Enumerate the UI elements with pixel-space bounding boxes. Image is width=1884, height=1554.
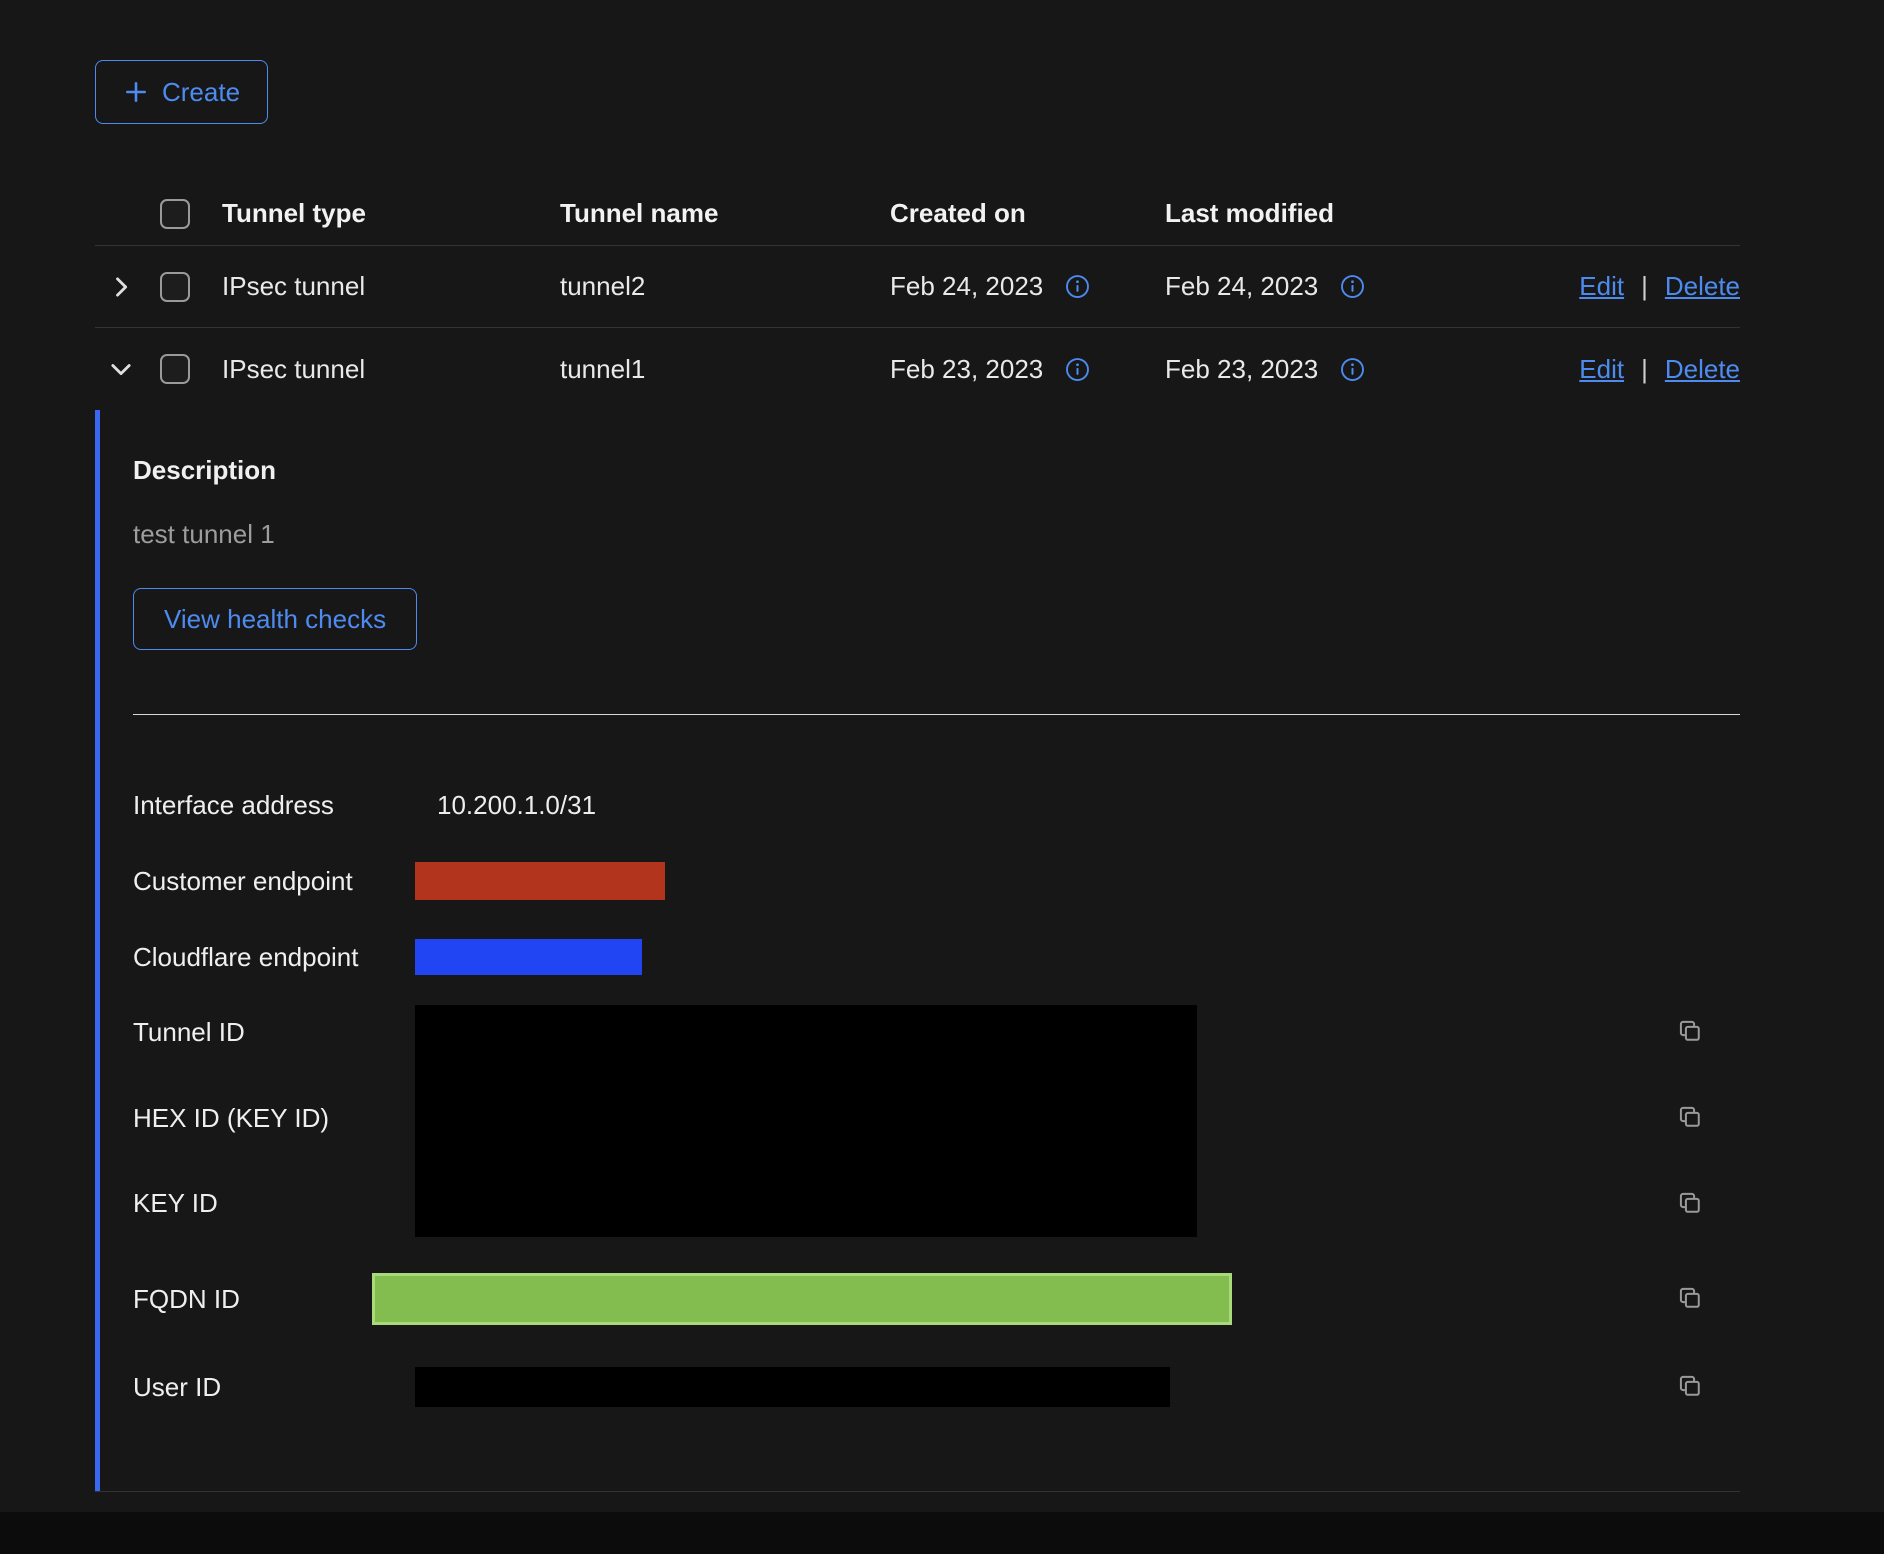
row-expander-cell <box>95 273 147 301</box>
tunnel-name-cell: tunnel2 <box>560 271 890 302</box>
created-on-cell: Feb 23, 2023 <box>890 354 1165 385</box>
column-header-tunnel-type: Tunnel type <box>222 198 560 229</box>
user-id-label: User ID <box>133 1372 415 1403</box>
actions-separator: | <box>1641 354 1648 385</box>
tunnel-detail-panel: Description test tunnel 1 View health ch… <box>95 410 1740 1492</box>
tunnel-type-cell: IPsec tunnel <box>222 271 560 302</box>
table-row: IPsec tunnel tunnel2 Feb 24, 2023 Feb 24… <box>95 246 1740 328</box>
description-heading: Description <box>133 455 1740 486</box>
actions-separator: | <box>1641 271 1648 302</box>
chevron-down-icon[interactable] <box>107 355 135 383</box>
field-row-cloudflare-endpoint: Cloudflare endpoint <box>133 919 1740 995</box>
cloudflare-endpoint-redacted-value <box>415 939 642 975</box>
tunnels-page: Create Tunnel type Tunnel name Created o… <box>0 0 1884 1554</box>
chevron-right-icon[interactable] <box>107 273 135 301</box>
column-header-tunnel-name: Tunnel name <box>560 198 890 229</box>
last-modified-cell: Feb 24, 2023 <box>1165 271 1450 302</box>
copy-icon[interactable] <box>1676 1017 1706 1047</box>
customer-endpoint-label: Customer endpoint <box>133 866 415 897</box>
last-modified-cell: Feb 23, 2023 <box>1165 354 1450 385</box>
view-health-checks-button[interactable]: View health checks <box>133 588 417 650</box>
select-all-checkbox[interactable] <box>160 199 190 229</box>
info-icon[interactable] <box>1065 357 1090 382</box>
footer-strip <box>0 1512 1884 1554</box>
table-header-row: Tunnel type Tunnel name Created on Last … <box>95 182 1740 246</box>
tunnel-fields: Interface address 10.200.1.0/31 Customer… <box>133 767 1740 1431</box>
info-icon[interactable] <box>1065 274 1090 299</box>
key-id-label: KEY ID <box>133 1188 415 1219</box>
edit-link[interactable]: Edit <box>1579 354 1624 385</box>
interface-address-value: 10.200.1.0/31 <box>415 790 1676 821</box>
delete-link[interactable]: Delete <box>1665 271 1740 302</box>
field-row-user-id: User ID <box>133 1343 1740 1431</box>
fqdn-id-redacted-value <box>372 1273 1232 1325</box>
row-checkbox-cell <box>147 272 222 302</box>
copy-icon[interactable] <box>1676 1284 1706 1314</box>
row-actions-cell: Edit | Delete <box>1450 271 1740 302</box>
field-row-interface-address: Interface address 10.200.1.0/31 <box>133 767 1740 843</box>
created-on-value: Feb 23, 2023 <box>890 354 1043 385</box>
create-button[interactable]: Create <box>95 60 268 124</box>
tunnel-detail-body: Description test tunnel 1 View health ch… <box>100 410 1740 1491</box>
copy-icon[interactable] <box>1676 1189 1706 1219</box>
cloudflare-endpoint-label: Cloudflare endpoint <box>133 942 415 973</box>
tunnels-table: Tunnel type Tunnel name Created on Last … <box>95 182 1740 410</box>
id-copy-stack <box>1676 1005 1740 1237</box>
field-row-tunnel-ids: Tunnel ID HEX ID (KEY ID) KEY ID <box>133 1005 1740 1237</box>
header-checkbox-cell <box>147 199 222 229</box>
tunnel-ids-redacted-value <box>415 1005 1197 1237</box>
info-icon[interactable] <box>1340 357 1365 382</box>
created-on-value: Feb 24, 2023 <box>890 271 1043 302</box>
copy-icon[interactable] <box>1676 1103 1706 1133</box>
row-checkbox[interactable] <box>160 272 190 302</box>
row-checkbox[interactable] <box>160 354 190 384</box>
column-header-created-on: Created on <box>890 198 1165 229</box>
tunnel-type-cell: IPsec tunnel <box>222 354 560 385</box>
tunnel-id-label: Tunnel ID <box>133 1017 415 1048</box>
last-modified-value: Feb 23, 2023 <box>1165 354 1318 385</box>
row-checkbox-cell <box>147 354 222 384</box>
section-divider <box>133 714 1740 715</box>
info-icon[interactable] <box>1340 274 1365 299</box>
tunnel-name-cell: tunnel1 <box>560 354 890 385</box>
copy-icon[interactable] <box>1676 1372 1706 1402</box>
create-button-label: Create <box>162 77 240 108</box>
edit-link[interactable]: Edit <box>1579 271 1624 302</box>
customer-endpoint-redacted-value <box>415 862 665 900</box>
interface-address-label: Interface address <box>133 790 415 821</box>
plus-icon <box>123 79 149 105</box>
row-actions-cell: Edit | Delete <box>1450 354 1740 385</box>
id-label-stack: Tunnel ID HEX ID (KEY ID) KEY ID <box>133 1005 415 1237</box>
table-row: IPsec tunnel tunnel1 Feb 23, 2023 Feb 23… <box>95 328 1740 410</box>
field-row-fqdn-id: FQDN ID <box>133 1255 1740 1343</box>
description-text: test tunnel 1 <box>133 519 1740 550</box>
field-row-customer-endpoint: Customer endpoint <box>133 843 1740 919</box>
delete-link[interactable]: Delete <box>1665 354 1740 385</box>
last-modified-value: Feb 24, 2023 <box>1165 271 1318 302</box>
user-id-redacted-value <box>415 1367 1170 1407</box>
row-expander-cell <box>95 355 147 383</box>
created-on-cell: Feb 24, 2023 <box>890 271 1165 302</box>
hex-id-label: HEX ID (KEY ID) <box>133 1103 415 1134</box>
column-header-last-modified: Last modified <box>1165 198 1450 229</box>
